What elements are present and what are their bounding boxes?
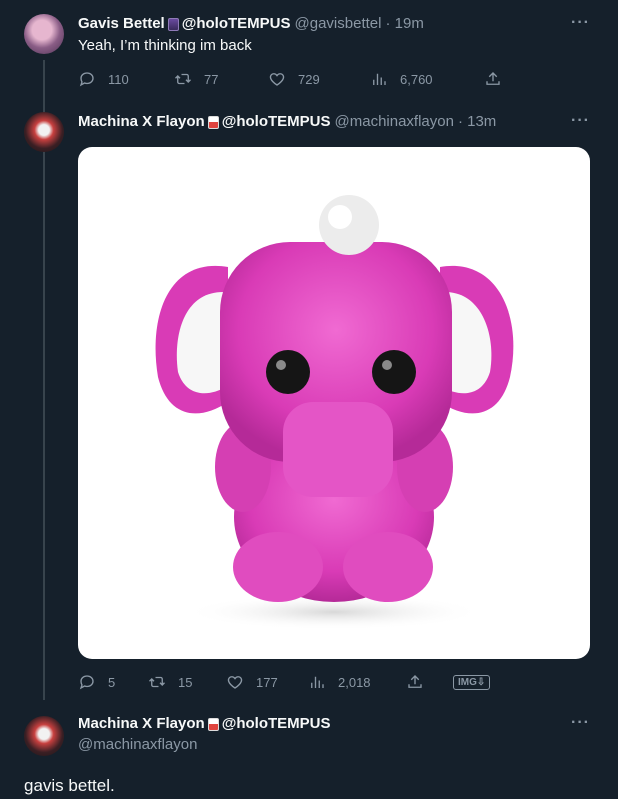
like-button[interactable]: 177 <box>226 673 278 691</box>
username[interactable]: @machinaxflayon <box>78 735 197 755</box>
reply-button[interactable]: 110 <box>78 70 129 88</box>
username[interactable]: @machinaxflayon <box>335 112 454 132</box>
affiliate-badge-icon <box>167 17 179 31</box>
heart-icon <box>269 73 285 86</box>
tweet-text: gavis bettel. <box>24 776 115 795</box>
share-button[interactable] <box>484 70 514 88</box>
tweet-actions: 5 15 177 2,018 <box>78 673 498 693</box>
views-count: 6,760 <box>400 71 433 87</box>
more-options-button[interactable]: ··· <box>571 14 590 32</box>
timestamp[interactable]: · 13m <box>458 112 496 132</box>
like-count: 729 <box>298 71 320 87</box>
retweet-icon <box>149 676 165 688</box>
retweet-count: 77 <box>204 71 219 87</box>
like-button[interactable]: 729 <box>268 70 320 88</box>
reply-count: 5 <box>108 674 116 690</box>
reply-icon <box>79 675 94 690</box>
timestamp[interactable]: · 19m <box>385 14 423 34</box>
tweet-image[interactable] <box>78 147 590 659</box>
views-button[interactable]: 6,760 <box>370 70 433 88</box>
retweet-icon <box>175 73 191 85</box>
affiliate-badge-icon <box>207 717 219 731</box>
share-icon <box>408 675 422 688</box>
retweet-count: 15 <box>178 674 193 690</box>
affiliation[interactable]: @holoTEMPUS <box>182 14 291 34</box>
username[interactable]: @gavisbettel <box>295 14 382 34</box>
display-name[interactable]: Gavis Bettel <box>78 14 165 34</box>
tweet-header: Machina X Flayon @holoTEMPUS @machinaxfl… <box>78 112 496 132</box>
reply-count: 110 <box>108 71 129 87</box>
views-icon <box>373 73 386 85</box>
avatar-machina[interactable] <box>24 716 64 756</box>
reply-icon <box>79 72 94 87</box>
avatar-machina[interactable] <box>24 112 64 152</box>
views-button[interactable]: 2,018 <box>308 673 371 691</box>
avatar-gavis-bettel[interactable] <box>24 14 64 54</box>
affiliation[interactable]: @holoTEMPUS <box>222 714 331 734</box>
retweet-button[interactable]: 15 <box>148 673 192 691</box>
like-count: 177 <box>256 674 278 690</box>
display-name[interactable]: Machina X Flayon <box>78 714 205 734</box>
tweet-text: Yeah, I’m thinking im back <box>78 37 252 54</box>
affiliation[interactable]: @holoTEMPUS <box>222 112 331 132</box>
thread-line <box>43 60 45 700</box>
display-name[interactable]: Machina X Flayon <box>78 112 205 132</box>
tweet-header: Machina X Flayon @holoTEMPUS <box>78 714 331 734</box>
tweet-header: Gavis Bettel @holoTEMPUS @gavisbettel · … <box>78 14 424 34</box>
views-count: 2,018 <box>338 674 371 690</box>
affiliate-badge-icon <box>207 115 219 129</box>
reply-button[interactable]: 5 <box>78 673 115 691</box>
more-options-button[interactable]: ··· <box>571 112 590 130</box>
username-row: @machinaxflayon <box>78 735 197 755</box>
image-download-badge[interactable]: IMG⇩ <box>453 675 491 690</box>
views-icon <box>311 676 324 688</box>
heart-icon <box>227 676 243 689</box>
plush-elephant-image <box>155 195 514 630</box>
retweet-button[interactable]: 77 <box>174 70 218 88</box>
share-button[interactable] <box>406 673 436 691</box>
more-options-button[interactable]: ··· <box>571 714 590 732</box>
tweet-actions: 110 77 729 6,760 <box>78 70 500 90</box>
share-icon <box>486 72 500 85</box>
